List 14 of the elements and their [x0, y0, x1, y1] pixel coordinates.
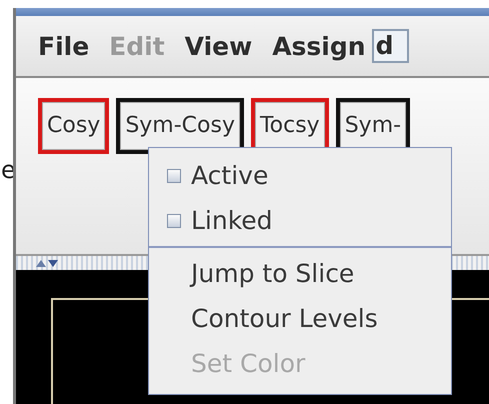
spectrum-button[interactable]: Cosy	[38, 98, 110, 154]
menu-item[interactable]: View	[184, 32, 252, 60]
menu-checkbox-item[interactable]: Active	[149, 153, 451, 198]
up-arrow-icon[interactable]	[36, 260, 46, 266]
menu-item[interactable]: Contour Levels	[149, 296, 451, 341]
selector-field[interactable]: d	[372, 29, 410, 63]
down-arrow-icon[interactable]	[48, 260, 58, 266]
menu-checkbox-item[interactable]: Linked	[149, 198, 451, 243]
checkbox[interactable]	[167, 168, 181, 182]
menu-item[interactable]: File	[38, 32, 90, 60]
checkbox[interactable]	[167, 214, 181, 228]
menu-item[interactable]: Assign	[272, 32, 366, 60]
menu-item[interactable]: Jump to Slice	[149, 251, 451, 296]
spectrum-button[interactable]: Sym-Cosy	[116, 98, 244, 154]
